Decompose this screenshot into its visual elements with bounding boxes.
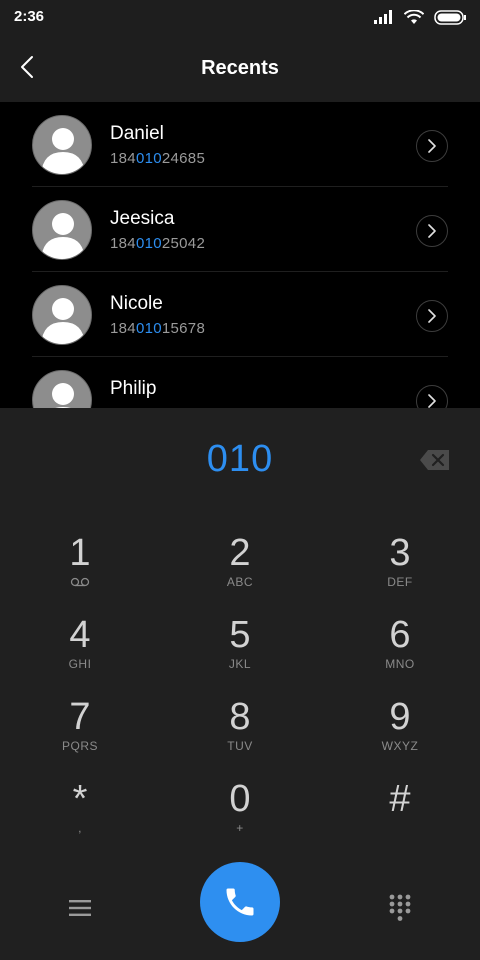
key-letters: DEF (387, 575, 413, 589)
key-digit: 7 (69, 696, 91, 738)
list-item[interactable]: Philip (32, 357, 448, 408)
contact-detail-button[interactable] (416, 215, 448, 247)
key-digit: * (72, 778, 88, 820)
key-digit: 3 (389, 532, 411, 574)
app-header: Recents (0, 34, 480, 102)
contact-detail-button[interactable] (416, 385, 448, 408)
dialed-number-input[interactable]: 010 (0, 438, 480, 481)
backspace-button[interactable] (418, 448, 452, 472)
person-icon (41, 298, 85, 344)
bottom-action-bar (0, 858, 480, 958)
key-digit: 1 (69, 532, 91, 574)
key-0[interactable]: 0 + (175, 778, 305, 852)
number-match: 010 (135, 150, 162, 167)
key-5[interactable]: 5 JKL (175, 614, 305, 688)
key-4[interactable]: 4 GHI (15, 614, 145, 688)
number-prefix: 184 (110, 320, 136, 337)
menu-button[interactable] (60, 888, 100, 928)
key-digit: 6 (389, 614, 411, 656)
number-suffix: 15678 (161, 320, 206, 337)
page-title: Recents (201, 57, 279, 79)
key-1[interactable]: 1 (15, 532, 145, 606)
key-2[interactable]: 2 ABC (175, 532, 305, 606)
list-item[interactable]: Daniel 18401024685 (32, 102, 448, 187)
key-digit: 8 (229, 696, 251, 738)
key-star[interactable]: * , (15, 778, 145, 852)
key-letters: JKL (228, 657, 252, 671)
status-bar: 2:36 (0, 0, 480, 34)
avatar (32, 370, 92, 408)
contact-name: Nicole (110, 293, 163, 314)
contact-number: 18401024685 (110, 150, 205, 167)
chevron-right-icon (428, 309, 436, 323)
key-digit: 5 (229, 614, 251, 656)
contact-name: Jeesica (110, 208, 175, 229)
status-time: 2:36 (14, 8, 45, 25)
person-icon (41, 213, 85, 259)
dialpad-icon (389, 894, 411, 921)
avatar (32, 285, 92, 345)
number-prefix: 184 (110, 150, 136, 167)
key-6[interactable]: 6 MNO (335, 614, 465, 688)
number-match: 010 (135, 235, 162, 252)
key-letters: , (78, 821, 82, 835)
chevron-right-icon (428, 394, 436, 408)
voicemail-icon (15, 574, 145, 590)
key-hash[interactable]: # (335, 778, 465, 852)
contact-number: 18401015678 (110, 320, 205, 337)
signal-icon (374, 10, 392, 24)
number-prefix: 184 (110, 235, 136, 252)
phone-icon (226, 888, 254, 916)
list-item[interactable]: Nicole 18401015678 (32, 272, 448, 357)
person-icon (52, 383, 74, 408)
dialer-panel: 010 1 2 ABC 3 DEF 4 GHI 5 JKL 6 MNO 7 PQ… (0, 408, 480, 960)
key-letters: MNO (385, 657, 415, 671)
key-9[interactable]: 9 WXYZ (335, 696, 465, 770)
key-digit: # (389, 778, 411, 820)
status-icons (374, 8, 466, 26)
key-digit: 9 (389, 696, 411, 738)
contact-number: 18401025042 (110, 235, 205, 252)
contact-detail-button[interactable] (416, 300, 448, 332)
backspace-icon (420, 450, 449, 470)
avatar (32, 115, 92, 175)
person-icon (41, 128, 85, 174)
key-8[interactable]: 8 TUV (175, 696, 305, 770)
wifi-icon (404, 9, 424, 24)
menu-icon (69, 900, 91, 916)
key-digit: 0 (229, 778, 251, 820)
contact-detail-button[interactable] (416, 130, 448, 162)
key-letters: TUV (227, 739, 253, 753)
key-digit: 4 (69, 614, 91, 656)
key-letters: PQRS (61, 739, 98, 753)
key-letters: + (236, 821, 244, 835)
number-match: 010 (135, 320, 162, 337)
key-letters: ABC (226, 575, 254, 589)
list-item[interactable]: Jeesica 18401025042 (32, 187, 448, 272)
recents-list[interactable]: Daniel 18401024685 Jeesica 18401025042 N… (0, 102, 480, 408)
number-suffix: 25042 (161, 235, 206, 252)
key-digit: 2 (229, 532, 251, 574)
key-letters: GHI (68, 657, 92, 671)
avatar (32, 200, 92, 260)
chevron-right-icon (428, 139, 436, 153)
chevron-right-icon (428, 224, 436, 238)
contact-name: Daniel (110, 123, 164, 144)
keypad-toggle-button[interactable] (380, 888, 420, 928)
number-suffix: 24685 (161, 150, 206, 167)
call-button[interactable] (200, 862, 280, 942)
key-3[interactable]: 3 DEF (335, 532, 465, 606)
key-letters: WXYZ (381, 739, 419, 753)
battery-icon (434, 9, 466, 25)
contact-name: Philip (110, 378, 157, 399)
key-7[interactable]: 7 PQRS (15, 696, 145, 770)
